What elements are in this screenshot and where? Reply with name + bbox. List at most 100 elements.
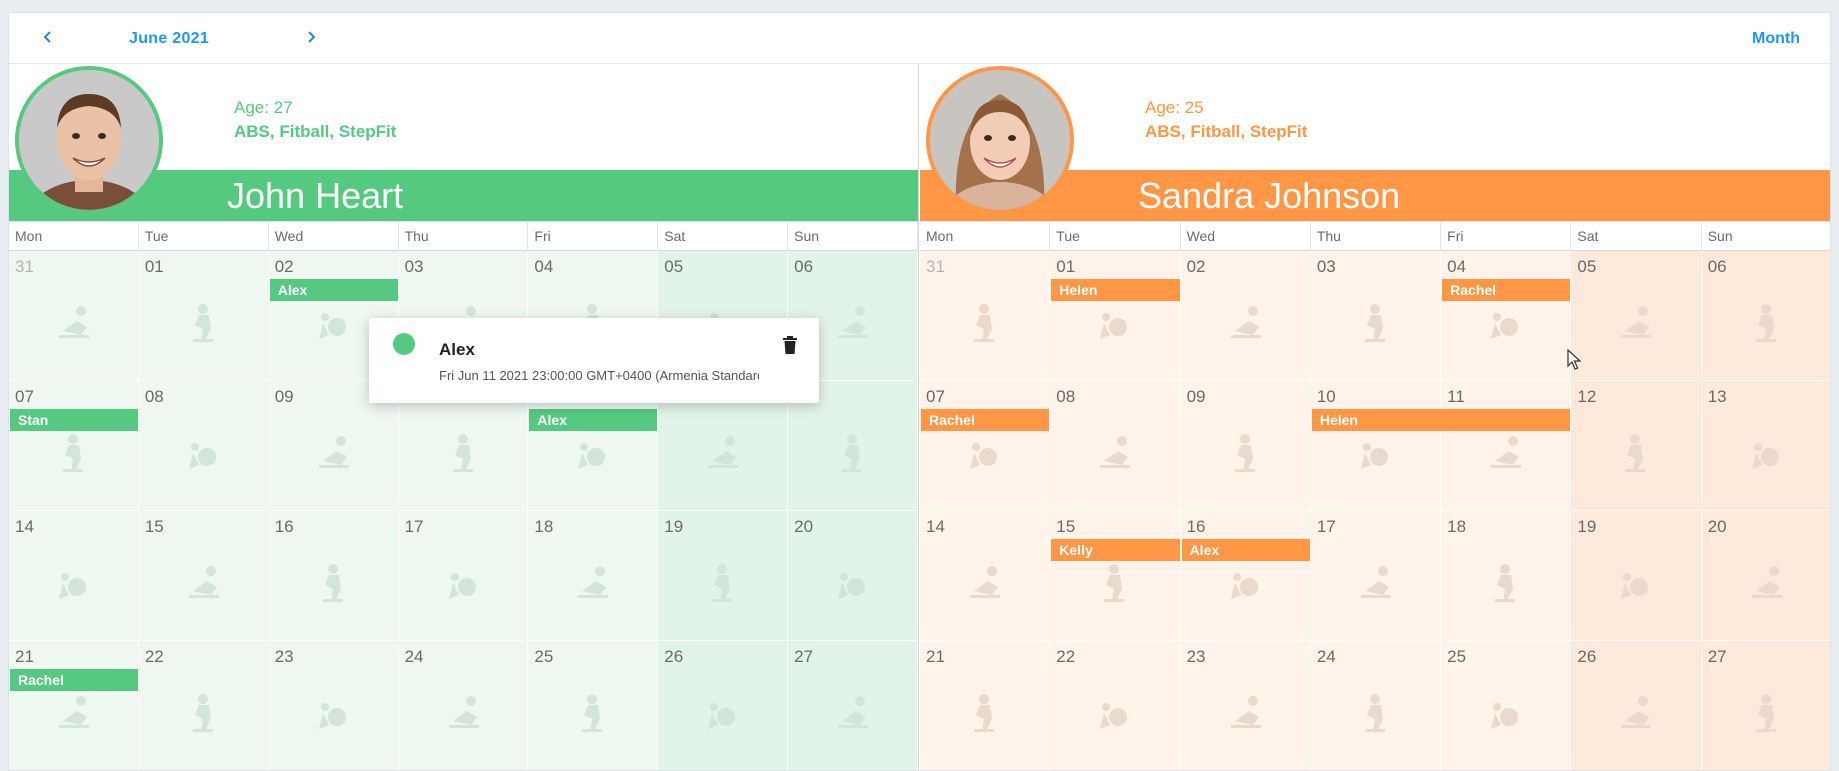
day-cell[interactable]: 01 [138,251,269,381]
day-cell[interactable]: 04 [1441,251,1572,381]
day-cell[interactable]: 22 [1050,641,1181,770]
fitness-figure-icon [842,434,863,472]
appointment-stan[interactable]: Stan [10,409,138,431]
day-number: 08 [144,387,164,406]
day-number: 07 [926,387,945,406]
day-cell[interactable]: 25 [1441,641,1572,770]
day-cell[interactable]: 23 [1180,641,1311,770]
day-cell[interactable]: 08 [1050,381,1181,511]
day-cell[interactable]: 07 [920,381,1051,511]
view-switcher-month[interactable]: Month [1752,30,1800,48]
weekday-fri: Fri [1441,222,1572,251]
fitness-figure-icon [63,434,83,472]
fitness-figure-icon [1104,564,1125,602]
fitness-figure-icon [1364,694,1385,732]
avatar [15,66,163,214]
day-cell[interactable]: 05 [1571,251,1702,381]
day-cell[interactable]: 26 [658,641,789,770]
weekday-tue: Tue [1050,222,1181,251]
appointment-rachel[interactable]: Rachel [1442,279,1571,301]
day-number: 06 [1707,257,1727,276]
day-cell[interactable]: 13 [1701,381,1830,511]
day-cell[interactable]: 18 [1441,511,1572,641]
day-cell[interactable]: 01 [1050,251,1181,381]
day-cell[interactable]: 09 [1180,381,1311,511]
fitness-figure-icon [1360,443,1388,469]
day-cell[interactable]: 17 [1310,511,1442,641]
fitness-figure-icon [838,573,866,599]
day-cell[interactable]: 19 [1571,511,1702,641]
appointment-rachel[interactable]: Rachel [921,409,1050,431]
prev-period-button[interactable] [36,25,60,49]
fitness-figure-icon [318,703,346,729]
day-cell[interactable]: 31 [9,251,139,381]
day-cell[interactable]: 14 [9,511,139,641]
day-cell[interactable]: 19 [658,511,789,641]
appointment-alex[interactable]: Alex [529,409,658,431]
day-cell[interactable]: 12 [1571,381,1702,511]
day-cell[interactable]: 03 [1310,251,1442,381]
fitness-figure-icon [1100,703,1128,729]
day-number: 18 [1447,517,1467,536]
next-period-button[interactable] [299,25,323,49]
appointment-kelly[interactable]: Kelly [1051,539,1180,561]
appointment-tooltip[interactable]: Alex Fri Jun 11 2021 23:00:00 GMT+0400 (… [369,318,819,403]
fitness-figure-icon [322,564,343,602]
appointment-alex[interactable]: Alex [1181,539,1310,561]
appointment-helen[interactable]: Helen [1051,279,1180,301]
day-cell[interactable]: 31 [920,251,1051,381]
day-number: 19 [1577,517,1597,536]
day-cell[interactable]: 10 [1310,381,1442,511]
day-cell[interactable]: 27 [788,641,918,770]
day-cell[interactable]: 20 [1701,511,1830,641]
day-cell[interactable]: 21 [920,641,1051,770]
day-number: 08 [1056,387,1076,406]
fitness-figure-icon [1234,434,1255,472]
day-cell[interactable]: 21 [9,641,139,770]
day-cell[interactable]: 23 [268,641,399,770]
day-cell[interactable]: 17 [398,511,529,641]
day-number: 26 [1577,647,1597,666]
appointment-rachel[interactable]: Rachel [10,669,138,691]
day-cell[interactable]: 25 [528,641,659,770]
day-number: 01 [1056,257,1076,276]
mouse-cursor-icon [1567,349,1581,370]
day-cell[interactable]: 24 [398,641,529,770]
day-cell[interactable]: 27 [1701,641,1830,770]
day-cell[interactable]: 22 [138,641,269,770]
day-number: 27 [794,647,814,666]
day-cell[interactable]: 11 [1441,381,1572,511]
fitness-figure-icon [1100,313,1128,339]
appointment-helen[interactable]: Helen [1311,409,1571,431]
trash-icon[interactable] [781,335,799,355]
day-number: 21 [926,647,945,666]
scheduler: June 2021 Month Age: 27 ABS, Fitball, St… [8,12,1831,771]
fitness-figure-icon [1621,573,1649,599]
weekday-header-row: Mon Tue Wed Thu Fri Sat Sun [9,221,918,251]
appointment-alex[interactable]: Alex [269,279,398,301]
woman-portrait-image [930,70,1070,210]
day-number: 14 [926,517,945,536]
day-cell[interactable]: 02 [1180,251,1311,381]
fitness-figure-icon [192,694,213,732]
day-cell[interactable]: 16 [1180,511,1311,641]
fitness-figure-icon [452,434,473,472]
day-cell[interactable]: 06 [1701,251,1830,381]
avatar [926,66,1074,214]
resource-age: Age: 25 [1145,98,1204,117]
day-cell[interactable]: 07 [9,381,139,511]
day-cell[interactable]: 08 [138,381,269,511]
day-number: 18 [534,517,554,536]
day-cell[interactable]: 15 [138,511,269,641]
fitness-figure-icon [838,696,869,728]
day-cell[interactable]: 14 [920,511,1051,641]
fitness-figure-icon [712,564,733,602]
current-period-button[interactable]: June 2021 [129,30,209,48]
day-cell[interactable]: 18 [528,511,659,641]
day-cell[interactable]: 20 [788,511,918,641]
resource-name: John Heart [227,175,404,216]
day-cell[interactable]: 24 [1310,641,1442,770]
day-cell[interactable]: 15 [1050,511,1181,641]
day-cell[interactable]: 16 [268,511,399,641]
day-cell[interactable]: 26 [1571,641,1702,770]
